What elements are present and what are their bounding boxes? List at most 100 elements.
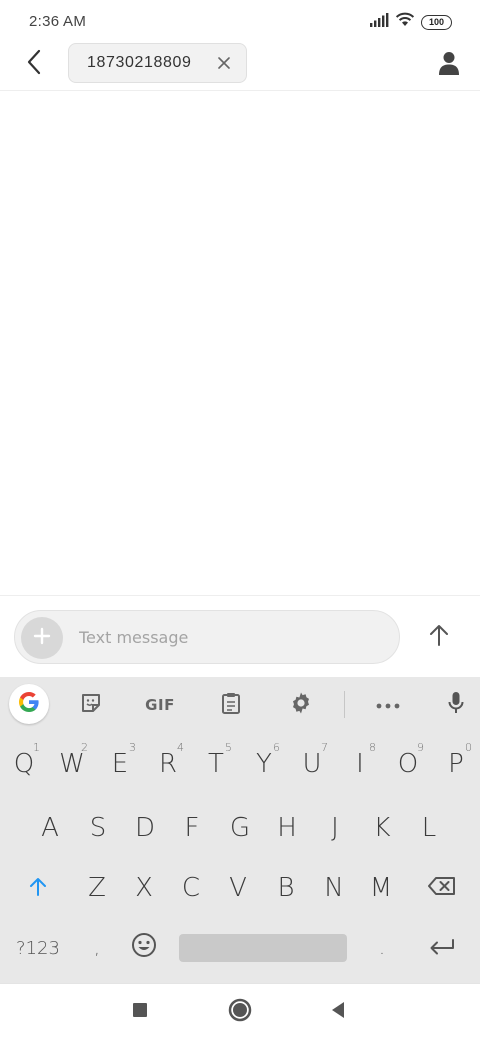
key-k[interactable]: K bbox=[358, 797, 406, 859]
comma-key[interactable]: , bbox=[73, 917, 121, 979]
key-f[interactable]: F bbox=[168, 797, 216, 859]
send-arrow-icon bbox=[429, 624, 449, 651]
key-n-label: N bbox=[324, 873, 344, 903]
comma-key-label: , bbox=[94, 937, 100, 959]
key-u-hint: 7 bbox=[321, 741, 328, 754]
key-h[interactable]: H bbox=[263, 797, 311, 859]
key-m-label: M bbox=[369, 873, 393, 903]
key-d-label: D bbox=[134, 813, 156, 843]
key-i[interactable]: I8 bbox=[336, 733, 384, 795]
send-button[interactable] bbox=[420, 618, 458, 656]
key-x[interactable]: X bbox=[120, 857, 168, 919]
status-icons: 100 bbox=[369, 12, 452, 32]
key-q-label: Q bbox=[13, 749, 35, 779]
conversation-header: 18730218809 bbox=[0, 40, 480, 91]
key-z[interactable]: Z bbox=[73, 857, 121, 919]
key-g[interactable]: G bbox=[216, 797, 264, 859]
battery-icon: 100 bbox=[421, 14, 452, 30]
keyboard: G I F Q 1 W 2 E 3 R 4 T 5 Y 6 U 7 I 8 O 9 … bbox=[0, 677, 480, 983]
recipient-chip[interactable]: 18730218809 bbox=[68, 43, 247, 83]
key-c-label: C bbox=[181, 873, 201, 903]
key-e-label: E bbox=[111, 749, 129, 779]
navigation-bar bbox=[0, 983, 480, 1040]
message-input[interactable] bbox=[79, 611, 379, 663]
more-options-button[interactable] bbox=[369, 686, 407, 724]
back-button[interactable] bbox=[18, 48, 50, 80]
home-circle-icon bbox=[228, 998, 252, 1027]
person-icon bbox=[438, 51, 460, 80]
key-y[interactable]: Y6 bbox=[240, 733, 288, 795]
key-r-label: R bbox=[158, 749, 178, 779]
key-p-label: P bbox=[448, 749, 464, 779]
key-p-hint: 0 bbox=[465, 741, 472, 754]
sticker-button[interactable] bbox=[72, 686, 110, 724]
contact-button[interactable] bbox=[434, 50, 464, 80]
space-key[interactable] bbox=[179, 934, 347, 962]
key-u[interactable]: U7 bbox=[288, 733, 336, 795]
add-attachment-button[interactable] bbox=[21, 617, 63, 659]
symbols-key[interactable]: ?123 bbox=[14, 917, 62, 979]
key-p[interactable]: P0 bbox=[432, 733, 480, 795]
key-m[interactable]: M bbox=[357, 857, 405, 919]
key-v[interactable]: V bbox=[214, 857, 262, 919]
compose-field bbox=[14, 610, 400, 664]
key-i-label: I bbox=[356, 749, 364, 779]
back-nav-button[interactable] bbox=[322, 996, 354, 1028]
key-j[interactable]: J bbox=[311, 797, 359, 859]
square-icon bbox=[132, 1002, 148, 1023]
key-t-hint: 5 bbox=[225, 741, 232, 754]
gif-button[interactable]: GIF bbox=[141, 686, 179, 724]
key-a-label: A bbox=[41, 813, 59, 843]
plus-icon bbox=[33, 627, 51, 650]
key-row-3: Z X C V B N M bbox=[0, 857, 480, 919]
key-e[interactable]: E3 bbox=[96, 733, 144, 795]
period-key[interactable]: . bbox=[358, 917, 406, 979]
back-arrow-icon bbox=[26, 49, 42, 80]
home-button[interactable] bbox=[224, 996, 256, 1028]
key-c[interactable]: C bbox=[167, 857, 215, 919]
google-button[interactable] bbox=[9, 684, 49, 724]
triangle-back-icon bbox=[330, 1001, 346, 1024]
key-o[interactable]: O9 bbox=[384, 733, 432, 795]
wifi-icon bbox=[395, 12, 415, 32]
clipboard-button[interactable] bbox=[212, 686, 250, 724]
key-q-hint: 1 bbox=[33, 741, 40, 754]
emoji-key[interactable] bbox=[120, 917, 168, 979]
key-s[interactable]: S bbox=[74, 797, 122, 859]
key-o-hint: 9 bbox=[417, 741, 424, 754]
shift-key[interactable] bbox=[14, 857, 62, 919]
key-g-label: G bbox=[229, 813, 251, 843]
message-list[interactable] bbox=[0, 91, 480, 595]
key-f-label: F bbox=[184, 813, 200, 843]
enter-key[interactable] bbox=[418, 917, 466, 979]
key-v-label: V bbox=[229, 873, 247, 903]
backspace-key[interactable] bbox=[418, 857, 466, 919]
key-y-hint: 6 bbox=[273, 741, 280, 754]
key-l[interactable]: L bbox=[405, 797, 453, 859]
keyboard-settings-button[interactable] bbox=[282, 686, 320, 724]
recipient-number: 18730218809 bbox=[87, 54, 192, 71]
key-n[interactable]: N bbox=[310, 857, 358, 919]
key-r[interactable]: R4 bbox=[144, 733, 192, 795]
key-row-2: A S D F G H J K L bbox=[0, 797, 480, 859]
key-b-label: B bbox=[277, 873, 295, 903]
google-icon bbox=[17, 690, 41, 719]
key-t[interactable]: T5 bbox=[192, 733, 240, 795]
key-h-label: H bbox=[277, 813, 297, 843]
key-w[interactable]: W2 bbox=[48, 733, 96, 795]
more-icon bbox=[376, 696, 400, 714]
recents-button[interactable] bbox=[124, 996, 156, 1028]
status-time: 2:36 AM bbox=[29, 13, 87, 30]
status-bar: 2:36 AM 100 bbox=[0, 0, 480, 40]
composer-bar bbox=[0, 595, 480, 677]
sticker-icon bbox=[80, 692, 102, 719]
remove-recipient-icon[interactable] bbox=[216, 55, 232, 71]
key-b[interactable]: B bbox=[262, 857, 310, 919]
keyboard-toolbar: GIF bbox=[0, 677, 480, 731]
period-key-label: . bbox=[379, 937, 385, 959]
voice-input-button[interactable] bbox=[437, 686, 475, 724]
signal-icon bbox=[369, 12, 389, 32]
key-d[interactable]: D bbox=[121, 797, 169, 859]
key-q[interactable]: Q1 bbox=[0, 733, 48, 795]
key-a[interactable]: A bbox=[26, 797, 74, 859]
